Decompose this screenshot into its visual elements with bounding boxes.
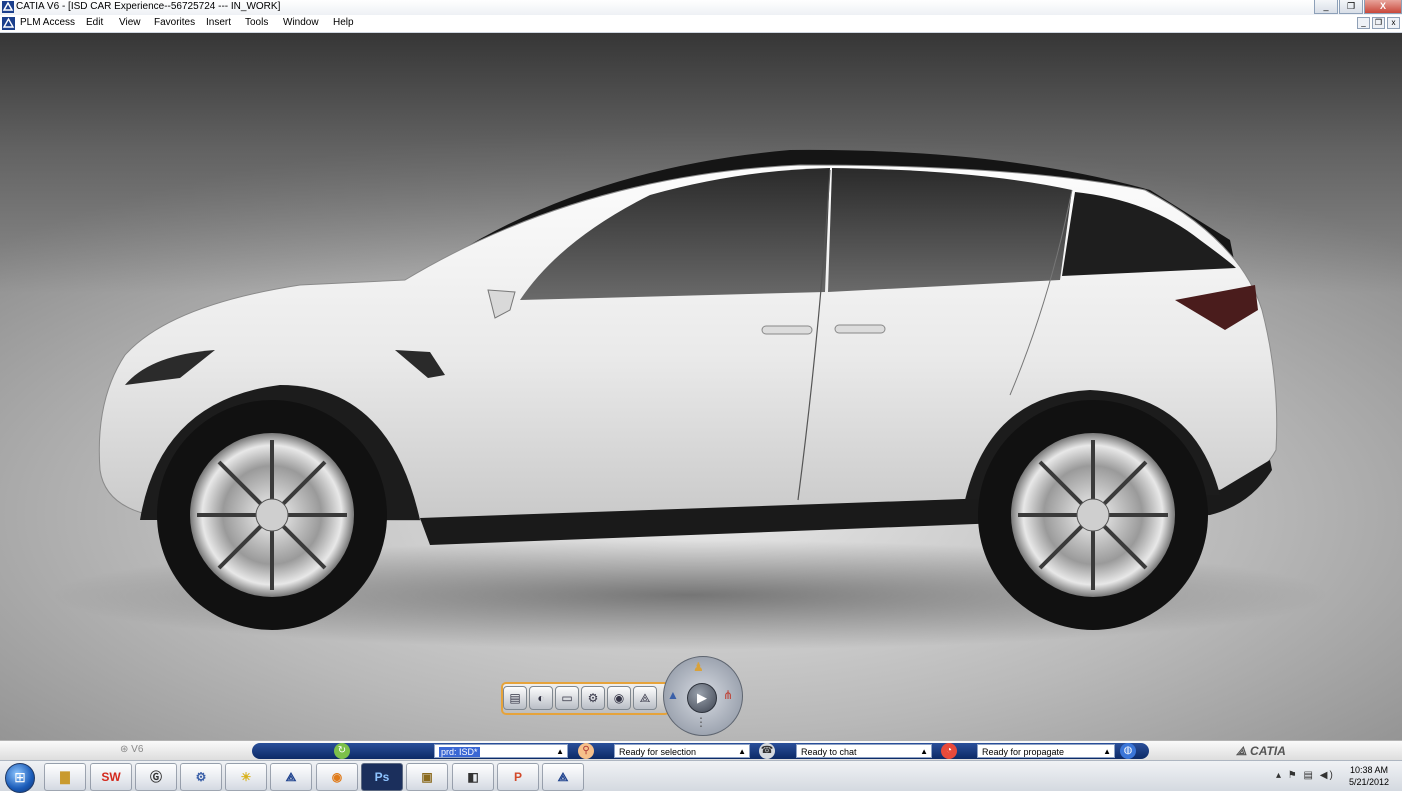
menu-help[interactable]: Help <box>333 17 354 28</box>
clock-time: 10:38 AM <box>1349 765 1389 775</box>
solidworks-taskbar-icon[interactable]: SW <box>90 763 132 791</box>
status-bar: ⊛ V6 ↻ prd: ISD* ▲ ⚲ Ready for selection ▲… <box>0 740 1402 761</box>
front-door-handle <box>761 325 813 335</box>
window-title: CATIA V6 - [ISD CAR Experience--56725724… <box>16 1 281 12</box>
chat-status-field[interactable]: Ready to chat ▲ <box>796 744 932 758</box>
menu-tools[interactable]: Tools <box>245 17 268 28</box>
catia-taskbar-icon[interactable]: ⟁ <box>270 763 312 791</box>
lightbulb-taskbar-icon[interactable]: ☀ <box>225 763 267 791</box>
selection-status-field[interactable]: Ready for selection ▲ <box>614 744 750 758</box>
camera-tool-icon[interactable]: ◉ <box>607 686 631 710</box>
menu-edit[interactable]: Edit <box>86 17 103 28</box>
rear-door-handle <box>834 324 886 334</box>
propagate-status-field[interactable]: Ready for propagate ▲ <box>977 744 1115 758</box>
chat-icon[interactable]: ☎ <box>759 743 775 759</box>
refresh-icon[interactable]: ↻ <box>334 743 350 759</box>
3d-viewport[interactable]: ▤ ◐ ▭ ⚙ ◉ ⟁ ♟ ▲ ▶ ⋔ ⋮ <box>0 33 1402 740</box>
globe-icon[interactable]: ◍ <box>1120 743 1136 759</box>
g-app-taskbar-icon[interactable]: Ⓖ <box>135 763 177 791</box>
rear-door-window <box>828 168 1072 292</box>
action-toolbar: ▤ ◐ ▭ ⚙ ◉ ⟁ ♟ ▲ ▶ ⋔ ⋮ <box>499 655 744 739</box>
clock[interactable]: 10:38 AM 5/21/2012 <box>1344 764 1394 788</box>
catia-window-taskbar-icon[interactable]: ⟁ <box>542 763 584 791</box>
network-icon[interactable]: ⋮ <box>695 715 707 729</box>
propagate-icon[interactable]: ◔ <box>941 743 957 759</box>
close-button[interactable]: X <box>1364 0 1402 14</box>
product-field[interactable]: prd: ISD* ▲ <box>434 744 568 758</box>
car-model-render[interactable] <box>0 33 1402 740</box>
clock-date: 5/21/2012 <box>1348 777 1390 787</box>
powerpoint-taskbar-icon[interactable]: P <box>497 763 539 791</box>
gear-tool-icon[interactable]: ⚙ <box>581 686 605 710</box>
photoshop-taskbar-icon[interactable]: Ps <box>361 763 403 791</box>
taskbar: ⊞ ▇ SW Ⓖ ⚙ ☀ ⟁ ◉ Ps ▣ ◧ P ⟁ ▴ ⚑ ▤ ◀) 10:… <box>0 760 1402 793</box>
menu-window[interactable]: Window <box>283 17 319 28</box>
minimize-button[interactable]: _ <box>1314 0 1338 14</box>
media-taskbar-icon[interactable]: ▣ <box>406 763 448 791</box>
keyboard-tool-icon[interactable]: ▭ <box>555 686 579 710</box>
doc-restore-button[interactable]: ❐ <box>1372 17 1385 29</box>
document-icon[interactable] <box>2 17 15 30</box>
render-taskbar-icon[interactable]: ◧ <box>452 763 494 791</box>
menu-favorites[interactable]: Favorites <box>154 17 195 28</box>
version-label: ⊛ V6 <box>120 744 144 755</box>
doc-close-button[interactable]: x <box>1387 17 1400 29</box>
play-button[interactable]: ▶ <box>687 683 717 713</box>
compass-tool-icon[interactable]: ⟁ <box>633 686 657 710</box>
front-wheel <box>157 400 387 630</box>
system-tray-icons[interactable]: ▴ ⚑ ▤ ◀) <box>1276 770 1335 781</box>
title-bar: CATIA V6 - [ISD CAR Experience--56725724… <box>0 0 1402 15</box>
catalog-tool-icon[interactable]: ▤ <box>503 686 527 710</box>
catia-app-icon <box>2 1 14 13</box>
catia-logo: ⟁ CATIA <box>1236 744 1286 758</box>
firefox-taskbar-icon[interactable]: ◉ <box>316 763 358 791</box>
start-button[interactable]: ⊞ <box>5 763 35 793</box>
rear-wheel <box>978 400 1208 630</box>
shape-tool-icon[interactable]: ◐ <box>529 686 553 710</box>
doc-minimize-button[interactable]: _ <box>1357 17 1370 29</box>
explorer-taskbar-icon[interactable]: ▇ <box>44 763 86 791</box>
menu-insert[interactable]: Insert <box>206 17 231 28</box>
share-icon[interactable]: ⋔ <box>723 688 733 702</box>
people-icon[interactable]: ♟ <box>693 660 704 674</box>
menu-plm-access[interactable]: PLM Access <box>20 17 75 28</box>
gear-app-taskbar-icon[interactable]: ⚙ <box>180 763 222 791</box>
menu-bar: PLM Access Edit View Favorites Insert To… <box>0 15 1402 33</box>
menu-view[interactable]: View <box>119 17 141 28</box>
restore-button[interactable]: ❐ <box>1339 0 1363 14</box>
search-tool-icon[interactable]: ⚲ <box>578 743 594 759</box>
cone-icon[interactable]: ▲ <box>667 688 679 702</box>
